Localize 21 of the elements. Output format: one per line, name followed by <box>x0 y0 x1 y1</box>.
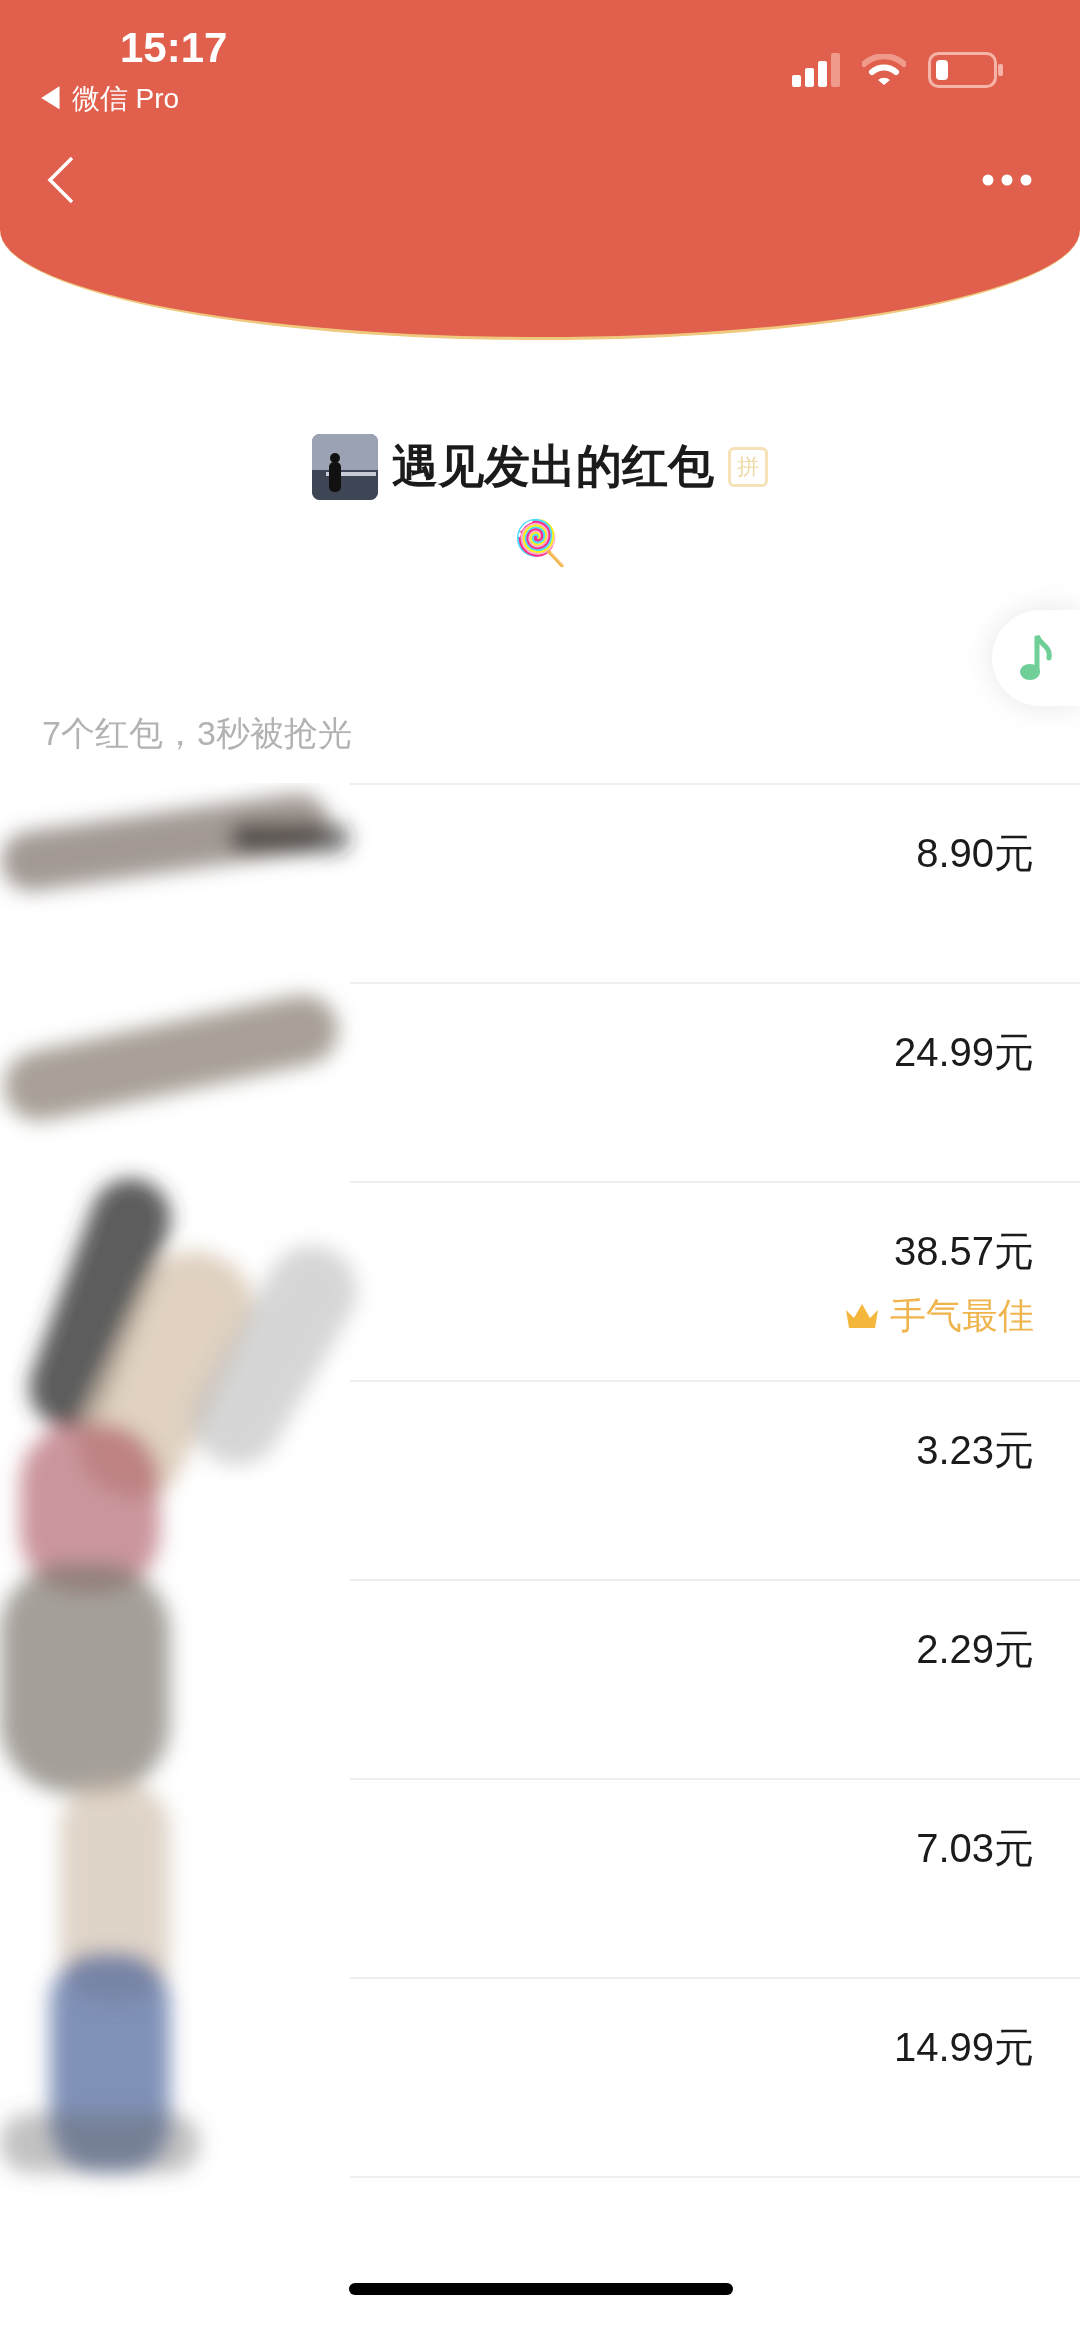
back-icon[interactable] <box>46 156 76 204</box>
battery-icon <box>928 52 1004 88</box>
amount-text: 24.99元 <box>893 1029 1034 1076</box>
signal-icon <box>792 53 840 87</box>
wifi-icon <box>862 54 906 86</box>
amount-text: 3.23元 <box>916 1427 1034 1474</box>
music-button[interactable] <box>992 610 1080 706</box>
amount-text: 8.90元 <box>916 830 1034 877</box>
more-icon[interactable] <box>982 174 1032 186</box>
page-title: 遇见发出的红包 <box>392 439 714 494</box>
amount-text: 2.29元 <box>916 1626 1034 1673</box>
summary-text: 7个红包，3秒被抢光 <box>42 712 352 754</box>
music-note-icon <box>1019 634 1053 682</box>
lollipop-emoji: 🍭 <box>512 517 568 569</box>
status-time: 15:17 <box>120 23 228 73</box>
back-to-app-link[interactable]: ◀ 微信 Pro <box>36 78 228 120</box>
amount-text: 7.03元 <box>916 1825 1034 1872</box>
pin-tag: 拼 <box>728 446 768 487</box>
amount-text: 38.57元 <box>893 1228 1034 1275</box>
amount-text: 14.99元 <box>893 2024 1034 2071</box>
best-luck-label: 手气最佳 <box>890 1294 1034 1338</box>
